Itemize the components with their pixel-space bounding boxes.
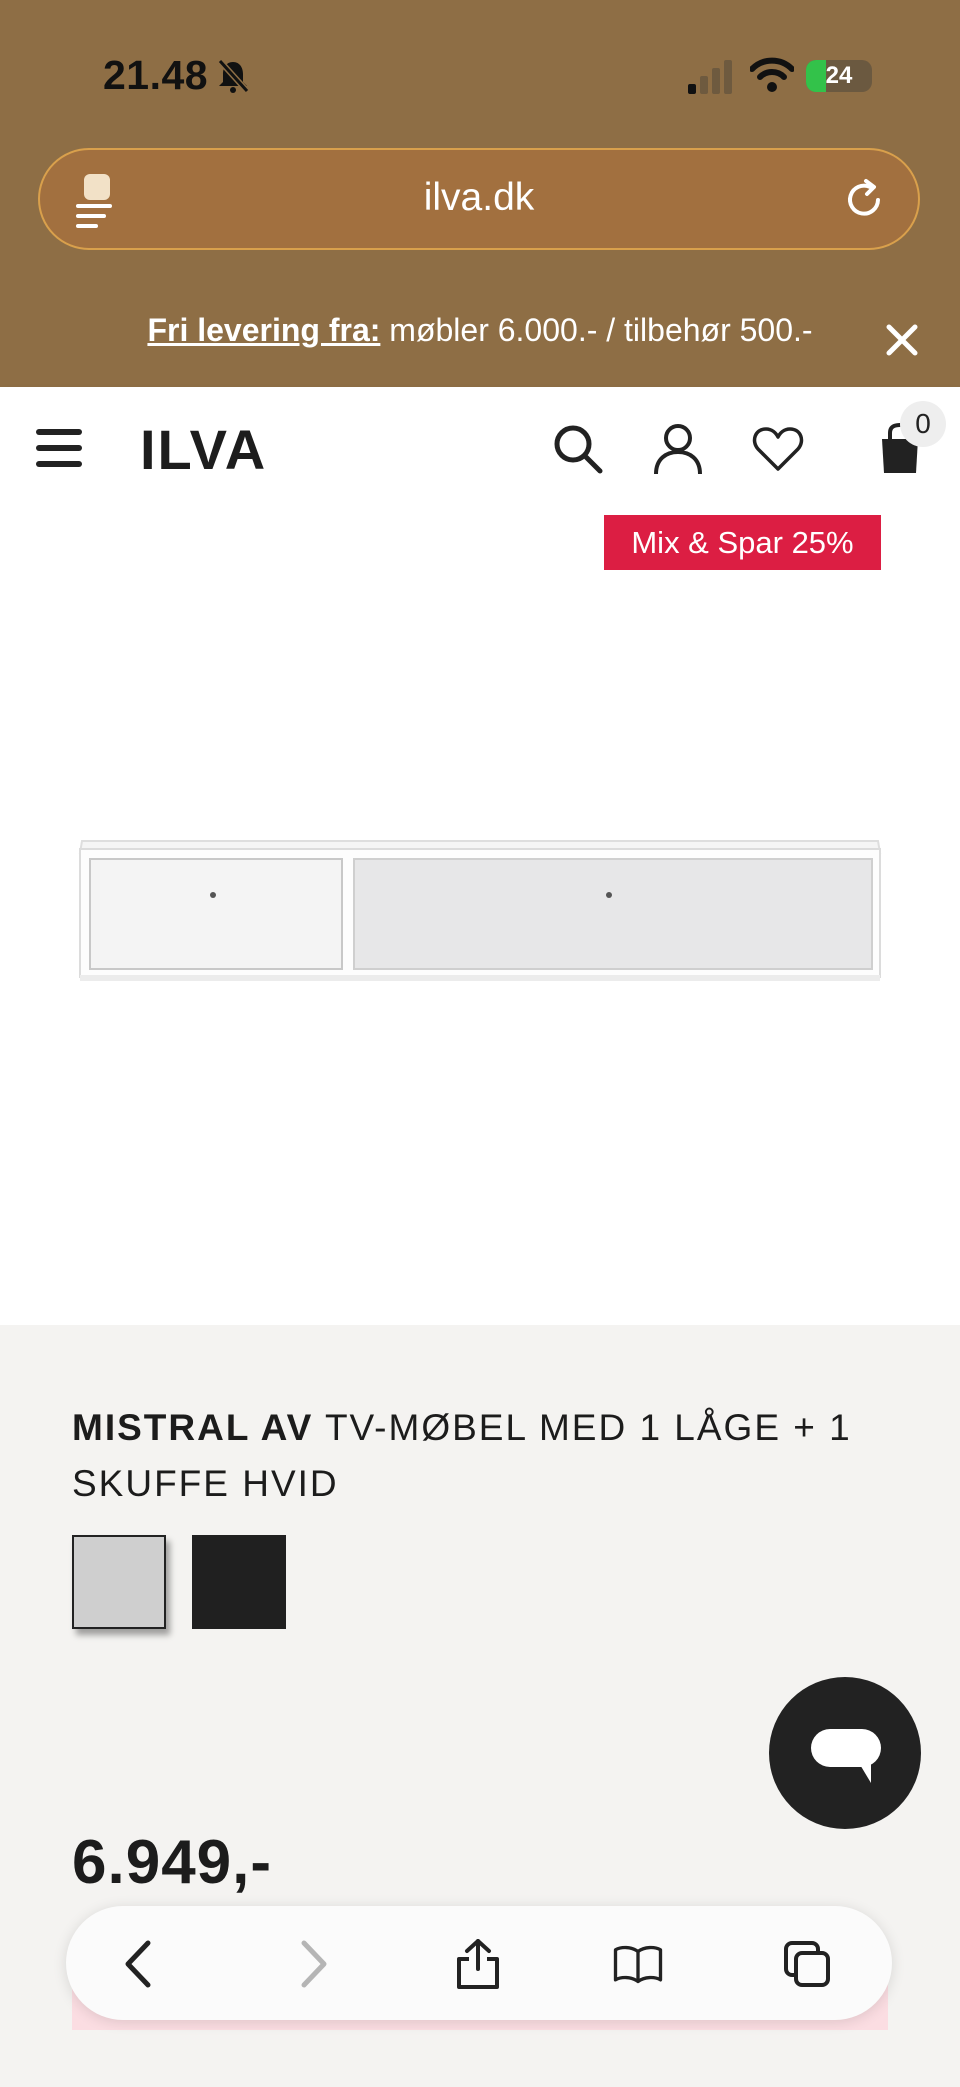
heart-icon[interactable] — [752, 423, 804, 475]
site-header: ILVA 0 — [0, 387, 960, 509]
swatch-white[interactable] — [72, 1535, 166, 1629]
bookmarks-icon[interactable] — [613, 1939, 663, 1989]
url-text: ilva.dk — [423, 176, 535, 219]
free-delivery-link[interactable]: Fri levering fra: — [147, 312, 380, 348]
close-icon[interactable] — [884, 322, 920, 358]
product-brand: MISTRAL AV — [72, 1407, 314, 1448]
product-image[interactable] — [0, 509, 960, 1325]
back-icon[interactable] — [116, 1939, 166, 1989]
status-time: 21.48 — [103, 52, 209, 98]
search-icon[interactable] — [552, 423, 604, 475]
tabs-icon[interactable] — [782, 1939, 832, 1989]
mix-spar-badge: Mix & Spar 25% — [604, 515, 881, 570]
product-title: MISTRAL AV TV-MØBEL MED 1 LÅGE + 1 SKUFF… — [72, 1400, 852, 1512]
free-delivery-banner: Fri levering fra: møbler 6.000.- / tilbe… — [0, 312, 960, 349]
menu-icon[interactable] — [34, 427, 84, 469]
cart-count-badge: 0 — [900, 401, 946, 447]
wifi-icon — [750, 57, 794, 92]
forward-icon[interactable] — [286, 1939, 336, 1989]
tv-cabinet-image — [78, 840, 882, 981]
share-icon[interactable] — [453, 1939, 503, 1989]
account-icon[interactable] — [652, 423, 704, 475]
product-price: 6.949,- — [72, 1828, 273, 1897]
reload-icon[interactable] — [842, 178, 886, 222]
battery-level: 24 — [825, 62, 853, 89]
address-bar[interactable]: ilva.dk — [38, 148, 920, 250]
bell-muted-icon — [217, 58, 250, 94]
swatch-black[interactable] — [192, 1535, 286, 1629]
battery-icon: 24 — [806, 60, 872, 92]
browser-toolbar — [66, 1906, 892, 2020]
free-delivery-text: møbler 6.000.- / tilbehør 500.- — [380, 312, 813, 348]
chat-bubble-icon — [811, 1729, 881, 1783]
ilva-logo[interactable]: ILVA — [140, 417, 267, 482]
chat-button[interactable] — [769, 1677, 921, 1829]
browser-chrome: 21.48 24 ilva.dk Fri levering fra: møble… — [0, 0, 960, 387]
signal-icon — [688, 60, 732, 94]
